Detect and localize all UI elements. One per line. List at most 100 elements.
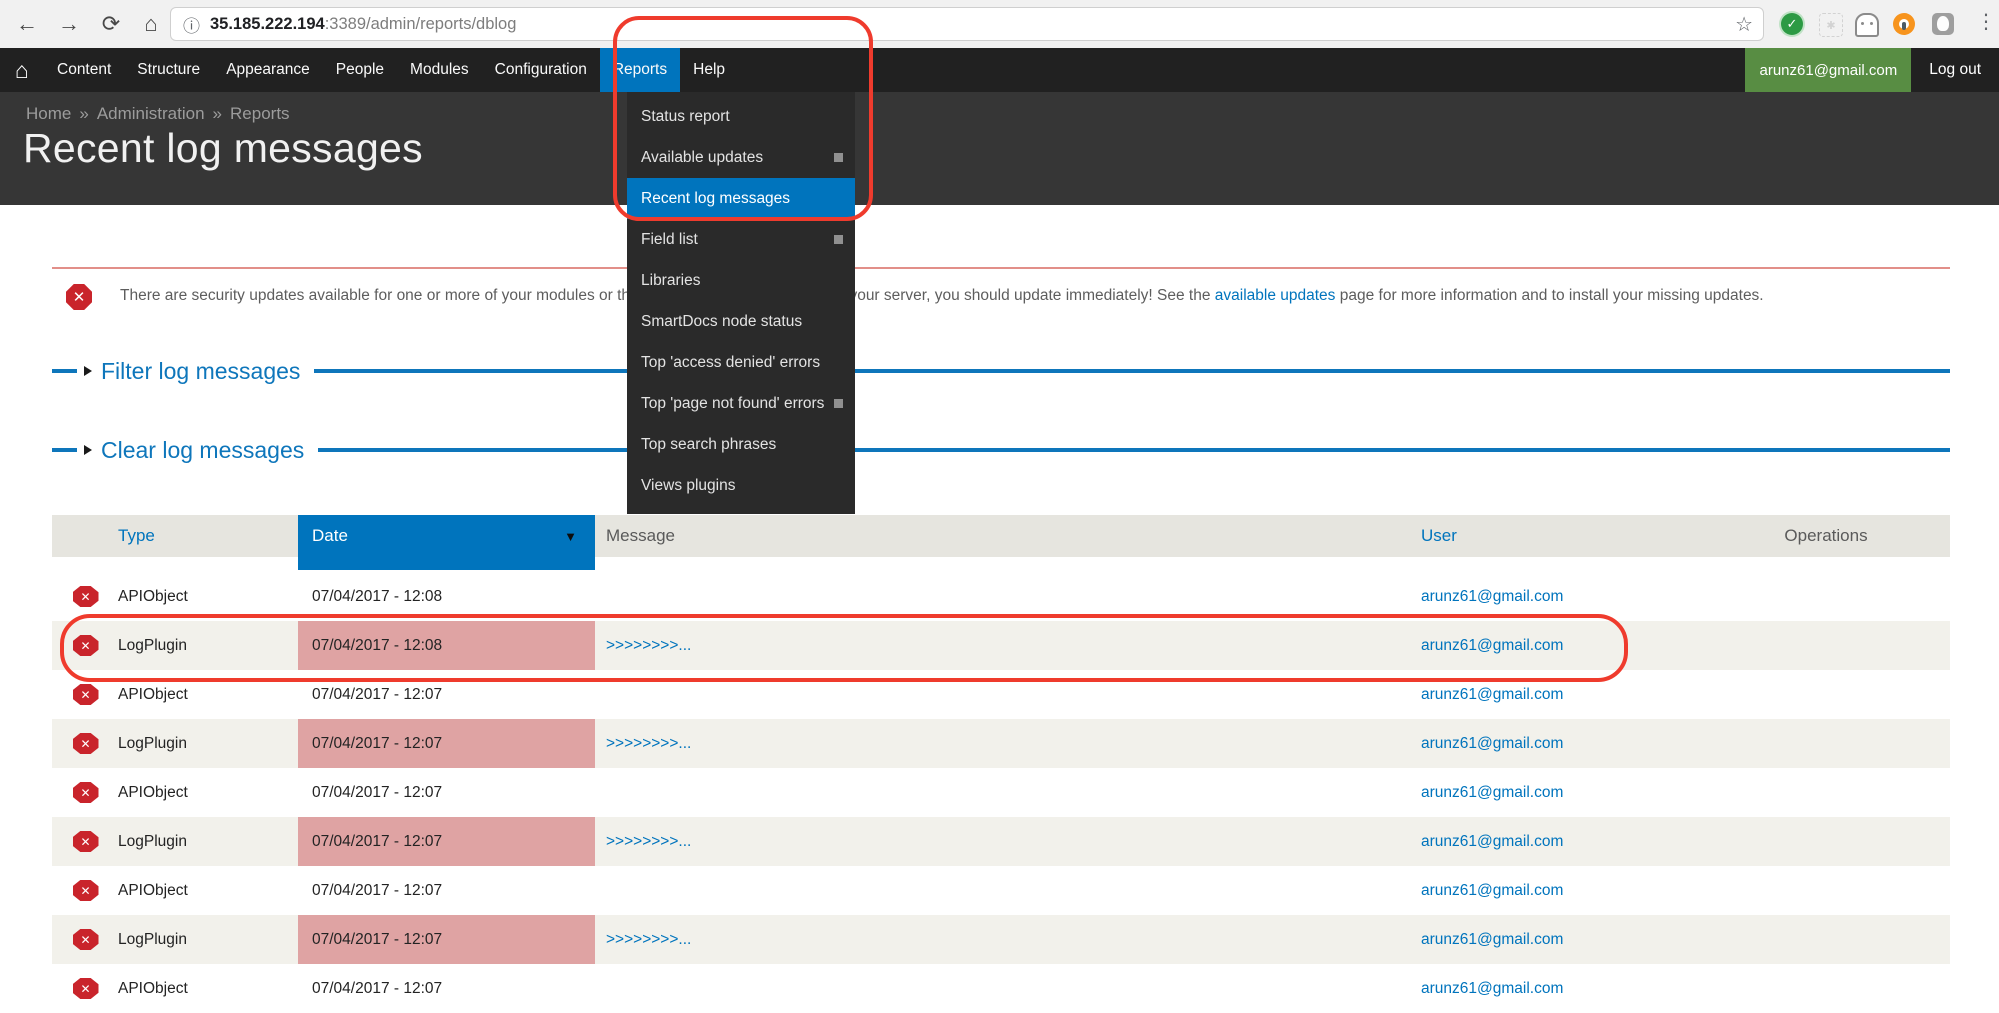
log-message-link[interactable]: >>>>>>>>... <box>606 637 691 654</box>
severity-cell: ✕ <box>52 880 105 901</box>
date-column-header[interactable]: Date ▼ <box>298 515 595 557</box>
toolbar-item-content[interactable]: Content <box>44 48 124 92</box>
log-message-link[interactable]: >>>>>>>>... <box>606 833 691 850</box>
bookmark-star-icon[interactable]: ☆ <box>1735 12 1753 37</box>
toolbar-item-help[interactable]: Help <box>680 48 738 92</box>
menu-item-views-plugins[interactable]: Views plugins <box>627 465 855 506</box>
breadcrumb-administration[interactable]: Administration <box>97 104 205 123</box>
type-column-header[interactable]: Type <box>105 526 298 546</box>
reports-dropdown-menu: Status report Available updates Recent log… <box>627 92 855 514</box>
log-message-link[interactable]: >>>>>>>>... <box>606 735 691 752</box>
clear-fieldset-toggle[interactable]: Clear log messages <box>77 434 318 466</box>
toolbar-item-modules[interactable]: Modules <box>397 48 482 92</box>
log-type-cell: APIObject <box>105 686 298 704</box>
error-icon: ✕ <box>73 978 99 999</box>
severity-cell: ✕ <box>52 831 105 852</box>
breadcrumb-reports[interactable]: Reports <box>230 104 290 123</box>
error-icon: ✕ <box>73 586 99 607</box>
error-icon: ✕ <box>73 733 99 754</box>
user-link[interactable]: arunz61@gmail.com <box>1421 637 1563 654</box>
back-icon[interactable]: ← <box>10 0 44 48</box>
breadcrumb-home[interactable]: Home <box>26 104 71 123</box>
clear-fieldset: Clear log messages <box>52 434 1950 466</box>
log-date-cell: 07/04/2017 - 12:08 <box>298 621 595 670</box>
date-header-label: Date <box>312 526 348 546</box>
logout-button[interactable]: Log out <box>1911 48 1999 92</box>
menu-item-smartdocs-node-status[interactable]: SmartDocs node status <box>627 301 855 342</box>
account-button[interactable]: arunz61@gmail.com <box>1745 48 1911 92</box>
severity-cell: ✕ <box>52 635 105 656</box>
fieldset-rule <box>52 369 1950 373</box>
log-user-cell: arunz61@gmail.com <box>1410 735 1702 753</box>
toolbar-item-reports[interactable]: Reports <box>600 48 680 92</box>
user-link[interactable]: arunz61@gmail.com <box>1421 931 1563 948</box>
severity-cell: ✕ <box>52 586 105 607</box>
drupal-home-icon[interactable]: ⌂ <box>0 48 44 92</box>
user-link[interactable]: arunz61@gmail.com <box>1421 686 1563 703</box>
table-row: ✕APIObject07/04/2017 - 12:07arunz61@gmai… <box>52 768 1950 817</box>
log-type-cell: APIObject <box>105 980 298 998</box>
toolbar-item-structure[interactable]: Structure <box>124 48 213 92</box>
menu-item-label: Libraries <box>641 272 700 289</box>
table-row: ✕APIObject07/04/2017 - 12:08arunz61@gmai… <box>52 572 1950 621</box>
home-icon[interactable]: ⌂ <box>134 0 168 48</box>
menu-item-libraries[interactable]: Libraries <box>627 260 855 301</box>
extension-disabled-icon[interactable]: ✱ <box>1819 13 1843 37</box>
extension-ghost-icon[interactable] <box>1855 13 1879 37</box>
menu-item-field-list[interactable]: Field list <box>627 219 855 260</box>
filter-fieldset-toggle[interactable]: Filter log messages <box>77 355 314 387</box>
table-row: ✕LogPlugin07/04/2017 - 12:07>>>>>>>>...a… <box>52 719 1950 768</box>
extension-openvpn-icon[interactable] <box>1893 13 1915 35</box>
table-row: ✕LogPlugin07/04/2017 - 12:08>>>>>>>>...a… <box>52 621 1950 670</box>
menu-item-top-search-phrases[interactable]: Top search phrases <box>627 424 855 465</box>
log-type-cell: APIObject <box>105 882 298 900</box>
table-row: ✕APIObject07/04/2017 - 12:07arunz61@gmai… <box>52 964 1950 1013</box>
log-user-cell: arunz61@gmail.com <box>1410 588 1702 606</box>
log-user-cell: arunz61@gmail.com <box>1410 637 1702 655</box>
user-link[interactable]: arunz61@gmail.com <box>1421 882 1563 899</box>
toolbar-item-configuration[interactable]: Configuration <box>482 48 600 92</box>
menu-flag-icon <box>834 235 843 244</box>
menu-item-label: Field list <box>641 231 698 248</box>
toolbar-spacer <box>738 48 1745 92</box>
error-icon: ✕ <box>73 635 99 656</box>
user-column-header[interactable]: User <box>1410 526 1702 546</box>
menu-item-label: Views plugins <box>641 477 736 494</box>
log-message-link[interactable]: >>>>>>>>... <box>606 931 691 948</box>
toolbar-item-appearance[interactable]: Appearance <box>213 48 323 92</box>
forward-icon[interactable]: → <box>52 0 86 48</box>
menu-item-top-page-not-found-errors[interactable]: Top 'page not found' errors <box>627 383 855 424</box>
menu-item-label: Available updates <box>641 149 763 166</box>
log-user-cell: arunz61@gmail.com <box>1410 931 1702 949</box>
site-info-icon[interactable]: ⓘ <box>183 12 200 37</box>
error-icon: ✕ <box>66 284 92 310</box>
menu-item-status-report[interactable]: Status report <box>627 96 855 137</box>
reload-icon[interactable]: ⟳ <box>94 0 128 48</box>
error-message: ✕ There are security updates available f… <box>52 267 1950 310</box>
user-link[interactable]: arunz61@gmail.com <box>1421 588 1563 605</box>
browser-menu-icon[interactable]: ⋮ <box>1976 9 1996 34</box>
table-row: ✕APIObject07/04/2017 - 12:07arunz61@gmai… <box>52 670 1950 719</box>
log-date-cell: 07/04/2017 - 12:07 <box>298 817 595 866</box>
error-icon: ✕ <box>73 880 99 901</box>
log-user-cell: arunz61@gmail.com <box>1410 980 1702 998</box>
log-type-cell: APIObject <box>105 588 298 606</box>
error-icon: ✕ <box>73 831 99 852</box>
available-updates-link[interactable]: available updates <box>1215 287 1336 304</box>
user-link[interactable]: arunz61@gmail.com <box>1421 735 1563 752</box>
log-type-cell: LogPlugin <box>105 735 298 753</box>
error-icon: ✕ <box>73 929 99 950</box>
user-link[interactable]: arunz61@gmail.com <box>1421 833 1563 850</box>
extension-gray-icon[interactable] <box>1932 13 1954 35</box>
menu-item-top-access-denied-errors[interactable]: Top 'access denied' errors <box>627 342 855 383</box>
menu-item-label: Top 'access denied' errors <box>641 354 820 371</box>
extension-check-icon[interactable]: ✓ <box>1781 13 1803 35</box>
menu-item-recent-log-messages[interactable]: Recent log messages <box>627 178 855 219</box>
menu-item-available-updates[interactable]: Available updates <box>627 137 855 178</box>
breadcrumb-separator: » <box>79 104 88 123</box>
log-type-cell: LogPlugin <box>105 833 298 851</box>
breadcrumb-separator: » <box>213 104 222 123</box>
toolbar-item-people[interactable]: People <box>323 48 397 92</box>
address-bar[interactable]: ⓘ 35.185.222.194:3389/admin/reports/dblo… <box>170 7 1764 41</box>
user-link[interactable]: arunz61@gmail.com <box>1421 784 1563 801</box>
